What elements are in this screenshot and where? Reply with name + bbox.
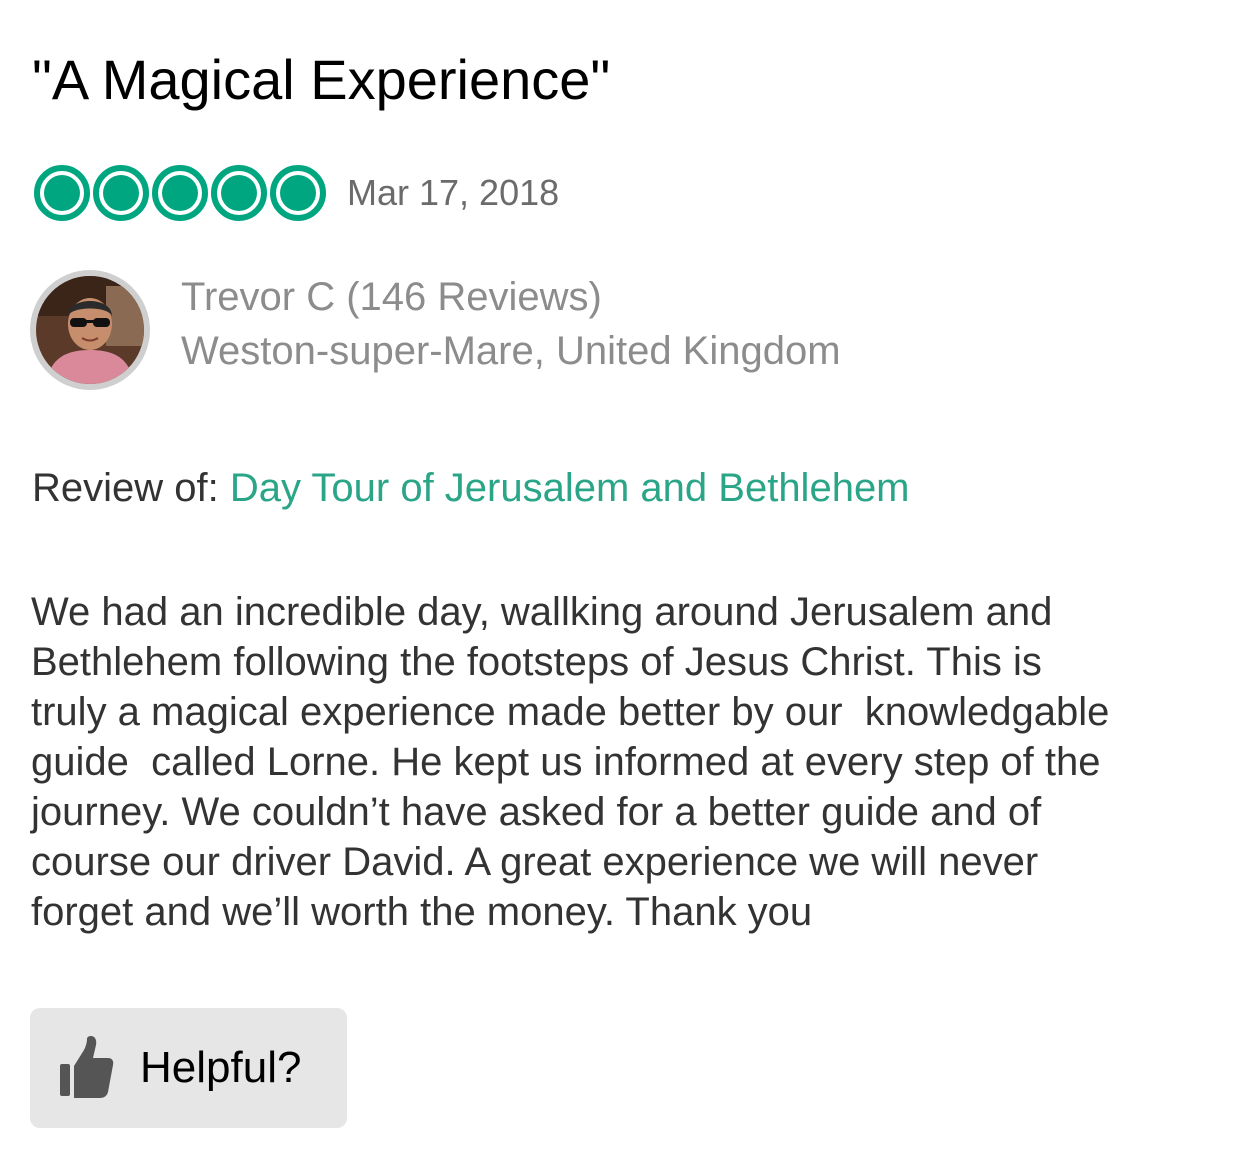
review-of-label: Review of:: [32, 466, 219, 510]
rating-bubble-fill: [103, 175, 139, 211]
rating-row: Mar 17, 2018: [31, 161, 559, 225]
rating-bubble-fill: [280, 175, 316, 211]
rating-bubble-fill: [162, 175, 198, 211]
reviewer-location: Weston-super-Mare, United Kingdom: [181, 329, 841, 373]
review-date: Mar 17, 2018: [347, 172, 560, 213]
rating-bubble-fill: [44, 175, 80, 211]
reviewer-name[interactable]: Trevor C (146 Reviews): [181, 270, 841, 324]
rating-bubbles: [34, 165, 326, 221]
rating-bubble-fill: [221, 175, 257, 211]
thumbs-up-icon: [60, 1036, 114, 1098]
reviewer-avatar[interactable]: [30, 270, 150, 390]
helpful-label: Helpful?: [140, 1043, 302, 1092]
review-of: Review of: Day Tour of Jerusalem and Bet…: [32, 461, 910, 515]
review-body: We had an incredible day, wallking aroun…: [31, 590, 1110, 934]
helpful-button[interactable]: Helpful?: [30, 1008, 347, 1128]
avatar-photo: [36, 276, 144, 384]
review-title: "A Magical Experience": [32, 48, 611, 111]
tour-link[interactable]: Day Tour of Jerusalem and Bethlehem: [230, 466, 910, 510]
reviewer-info: Trevor C (146 Reviews) Weston-super-Mare…: [181, 270, 841, 378]
